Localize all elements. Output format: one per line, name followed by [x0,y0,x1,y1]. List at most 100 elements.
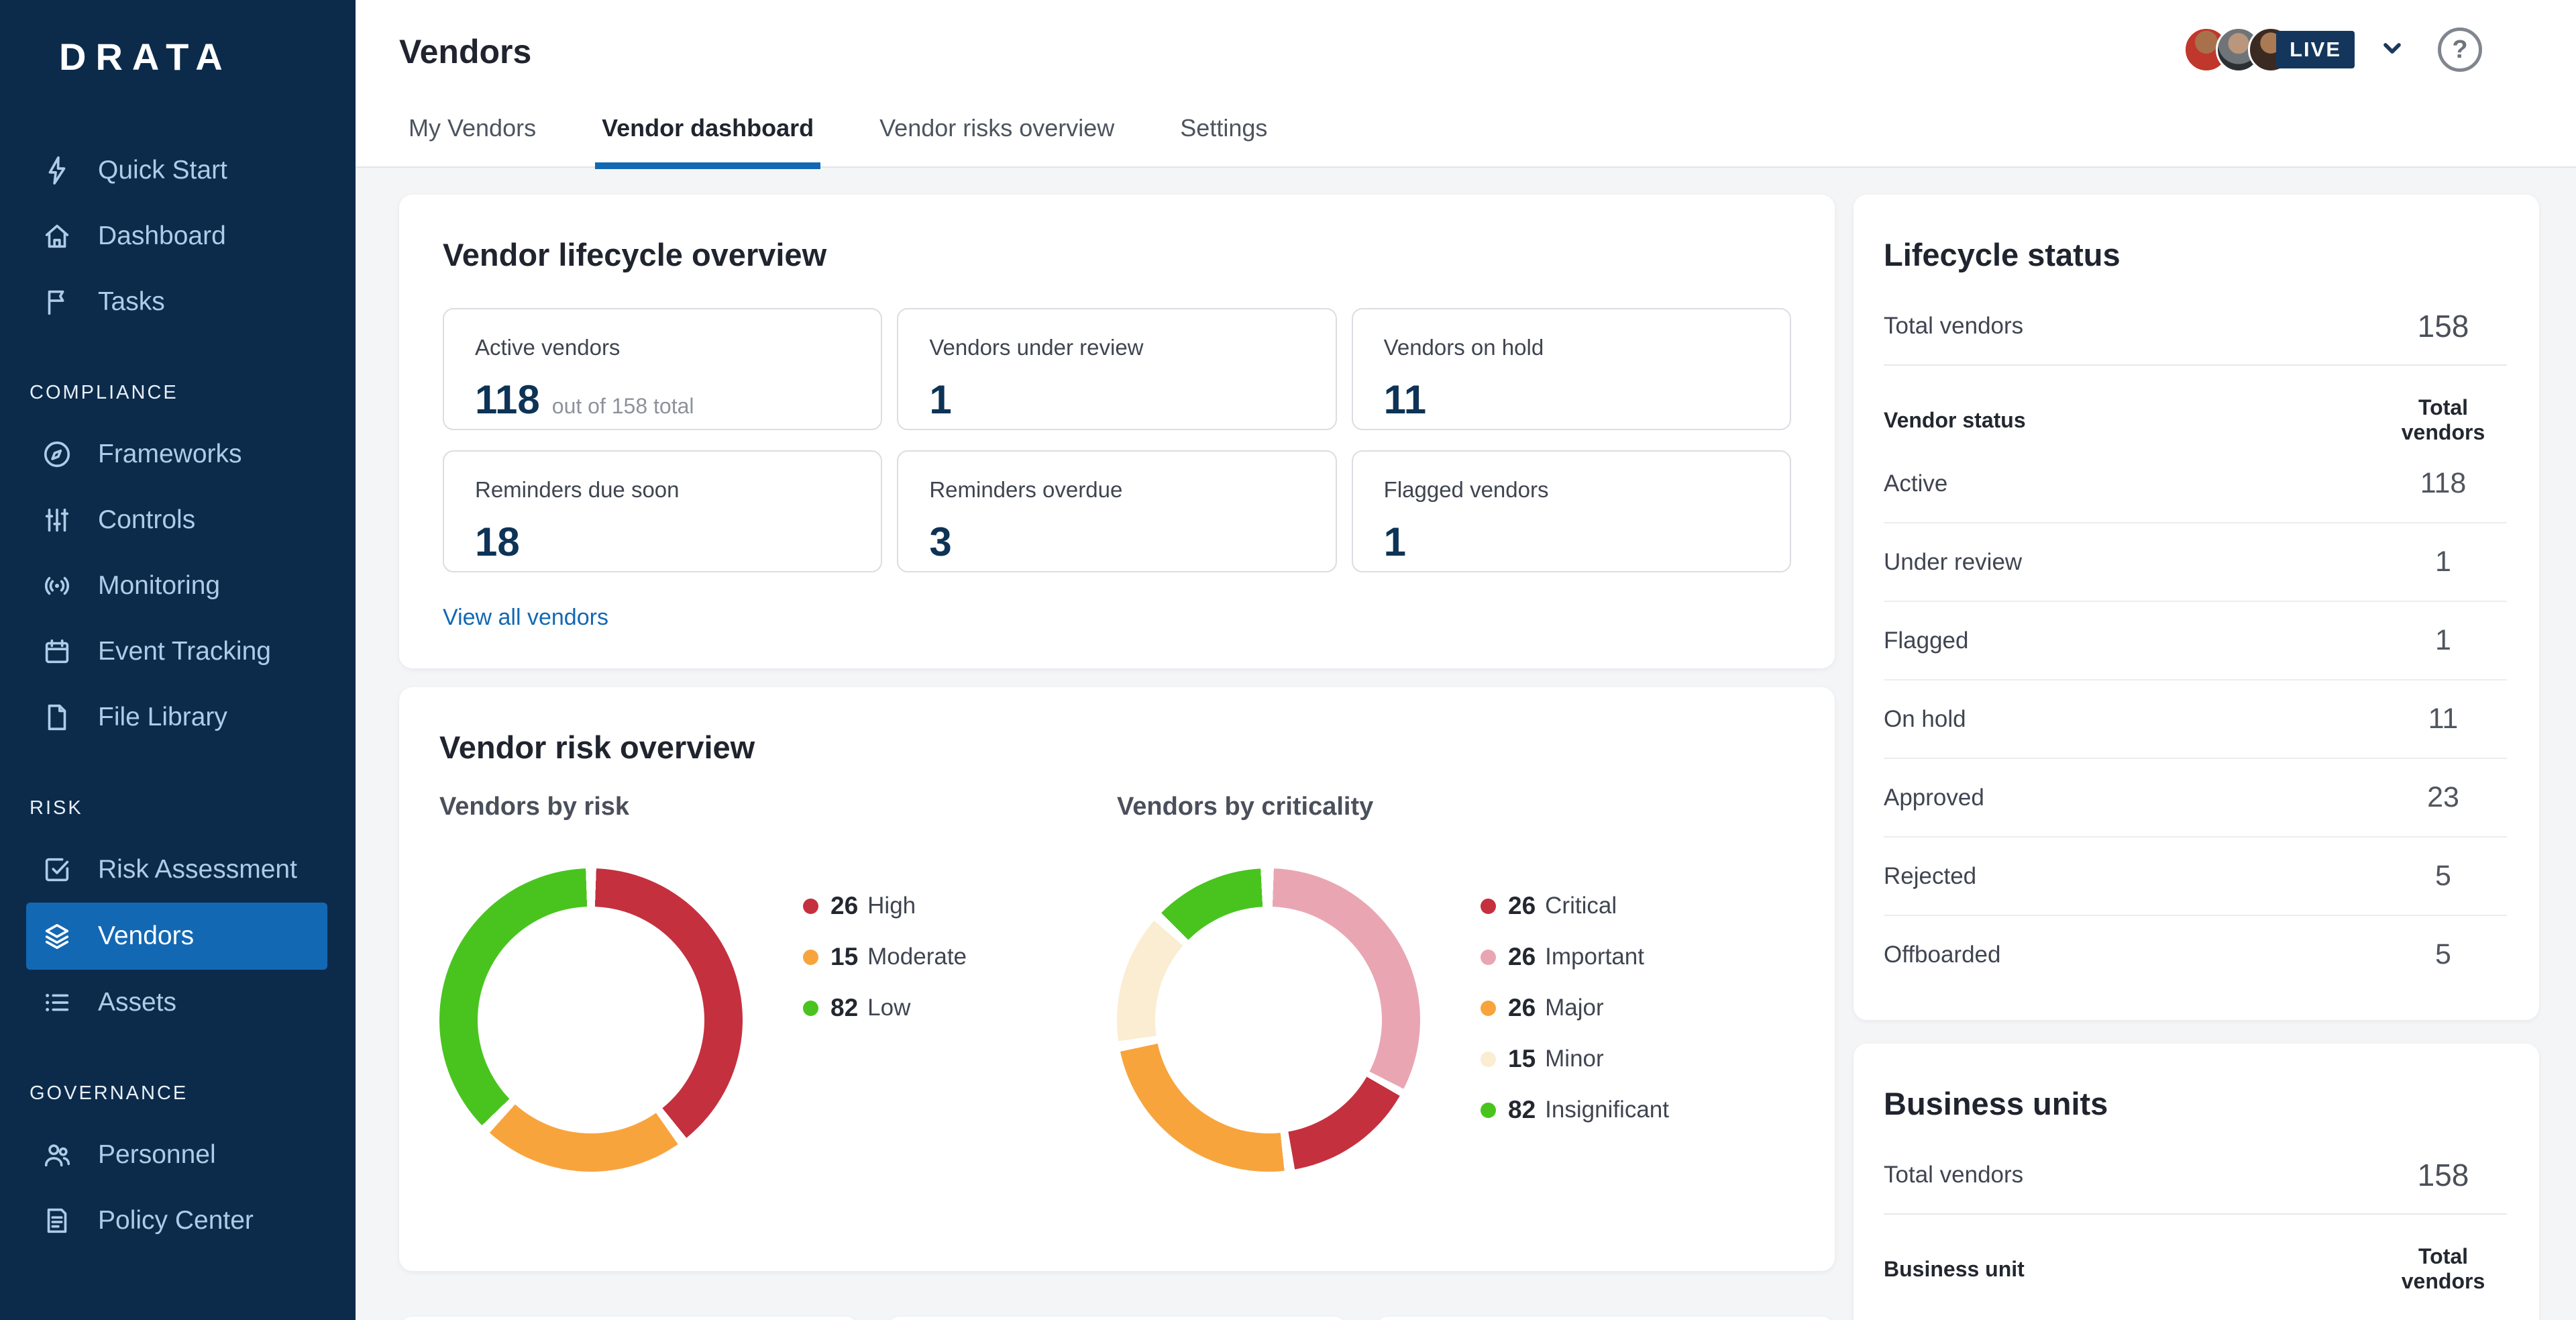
sidebar-item-policy-center[interactable]: Policy Center [0,1188,356,1254]
stat-card-flagged-vendors: Flagged vendors1 [1352,450,1791,572]
legend-label: Moderate [867,944,967,970]
layers-icon [42,921,72,952]
content: Vendor lifecycle overview Active vendors… [356,168,2576,1320]
legend-value: 26 [1508,892,1536,920]
user-avatars[interactable] [2184,27,2280,72]
row-label: On hold [1884,706,1966,733]
calendar-icon [42,636,72,667]
legend-label: High [867,893,916,919]
status-table-body: Active118Under review1Flagged1On hold11A… [1884,445,2507,993]
chart-subtitle: Vendors by criticality [1117,793,1794,821]
nav-section-header-governance: GOVERNANCE [0,1082,356,1105]
page-header: Vendors My VendorsVendor dashboardVendor… [356,0,2576,168]
sidebar-item-label: Tasks [98,287,165,317]
legend-item-minor: 15Minor [1481,1033,1669,1084]
sidebar-item-label: Vendors [98,921,194,951]
legend-value: 82 [1508,1096,1536,1124]
legend-dot-icon [803,950,818,965]
sidebar-item-label: Risk Assessment [98,855,297,884]
header-right-cluster: LIVE ? [2184,27,2482,72]
donut-chart [439,868,743,1172]
legend-value: 15 [1508,1045,1536,1073]
sidebar-item-label: Personnel [98,1140,216,1170]
sidebar-item-personnel[interactable]: Personnel [0,1122,356,1188]
sidebar-item-risk-assessment[interactable]: Risk Assessment [0,837,356,903]
sidebar-item-vendors[interactable]: Vendors [26,903,327,970]
sidebar-nav: Quick Start Dashboard Tasks COMPLIANCE Frame… [0,138,356,1254]
legend-dot-icon [1481,950,1496,965]
chart-vendors-by-criticality: Vendors by criticality26Critical26Import… [1117,793,1794,1172]
tab-vendor-risks-overview[interactable]: Vendor risks overview [873,102,1121,169]
sidebar-item-monitoring[interactable]: Monitoring [0,553,356,619]
stat-value: 11 [1384,376,1426,423]
legend-label: Important [1545,944,1644,970]
tab-my-vendors[interactable]: My Vendors [402,102,543,169]
main-area: Vendors My VendorsVendor dashboardVendor… [356,0,2576,1320]
chevron-down-icon[interactable] [2379,35,2406,65]
stat-value: 18 [475,519,520,565]
summary-label: Total vendors [1884,313,2023,340]
list-icon [42,987,72,1018]
tab-vendor-dashboard[interactable]: Vendor dashboard [595,102,820,169]
lightning-icon [42,155,72,186]
legend-dot-icon [1481,1103,1496,1118]
nav-section-header-compliance: COMPLIANCE [0,382,356,404]
sidebar-item-controls[interactable]: Controls [0,487,356,553]
stat-label: Reminders overdue [929,477,1304,503]
legend-item-moderate: 15 Moderate [803,931,967,982]
sidebar-item-label: Dashboard [98,221,226,251]
view-all-vendors-link[interactable]: View all vendors [443,605,608,631]
row-value: 5 [2379,1316,2507,1320]
stat-label: Vendors on hold [1384,335,1759,360]
sidebar-item-event-tracking[interactable]: Event Tracking [0,619,356,684]
sidebar-item-quick-start[interactable]: Quick Start [0,138,356,203]
table-header: Vendor status Total vendors [1884,395,2507,445]
help-icon[interactable]: ? [2438,28,2482,72]
summary-value: 158 [2379,308,2507,344]
app-root: DRATA Quick Start Dashboard Tasks COMPLIANC… [0,0,2576,1320]
sidebar-item-tasks[interactable]: Tasks [0,269,356,335]
total-vendors-summary: Total vendors 158 [1884,1157,2507,1215]
legend-item-low: 82Low [803,982,967,1033]
chart-legend: 26Critical26Important26Major15Minor82Ins… [1481,880,1669,1135]
sidebar-item-label: Policy Center [98,1206,254,1235]
sidebar-item-file-library[interactable]: File Library [0,684,356,750]
sliders-icon [42,505,72,536]
stat-note: out of 158 total [552,394,694,419]
legend-value: 26 [830,892,858,920]
tab-settings[interactable]: Settings [1173,102,1274,169]
legend-item-major: 26Major [1481,982,1669,1033]
row-value: 118 [2379,467,2507,500]
table-row-under-review: Under review1 [1884,523,2507,602]
compass-icon [42,439,72,470]
row-value: 1 [2379,546,2507,578]
sidebar-item-label: Frameworks [98,440,242,469]
legend-label: Critical [1545,893,1617,919]
live-badge[interactable]: LIVE [2276,31,2355,68]
sidebar-item-dashboard[interactable]: Dashboard [0,203,356,269]
tab-bar: My Vendors Vendor dashboard Vendor risks o… [399,102,2576,169]
legend-value: 15 [830,943,858,971]
business-units-table-body: Infrastructure5 [1884,1294,2507,1320]
stat-card-vendors-under-review: Vendors under review1 [897,308,1336,430]
legend-dot-icon [1481,899,1496,914]
summary-value: 158 [2379,1157,2507,1193]
stat-card-reminders-due-soon: Reminders due soon18 [443,450,882,572]
sidebar-item-frameworks[interactable]: Frameworks [0,421,356,487]
legend-dot-icon [1481,1052,1496,1067]
stat-card-vendors-on-hold: Vendors on hold 11 [1352,308,1791,430]
table-row-infrastructure: Infrastructure5 [1884,1294,2507,1320]
legend-item-high: 26 High [803,880,967,931]
table-row-offboarded: Offboarded5 [1884,916,2507,993]
sidebar: DRATA Quick Start Dashboard Tasks COMPLIANC… [0,0,356,1320]
drata-logo: DRATA [0,35,356,79]
sidebar-item-assets[interactable]: Assets [0,970,356,1035]
home-icon [42,221,72,252]
policy-icon [42,1205,72,1236]
summary-label: Total vendors [1884,1162,2023,1188]
bottom-cards-row: 3rd party typePassword policyPII storage [399,1317,1835,1320]
column-header: Total vendors [2379,395,2507,445]
vendor-lifecycle-overview-card: Vendor lifecycle overview Active vendors… [399,195,1835,668]
card-pii-storage: PII storage [1375,1317,1835,1320]
column-header: Business unit [1884,1257,2025,1282]
